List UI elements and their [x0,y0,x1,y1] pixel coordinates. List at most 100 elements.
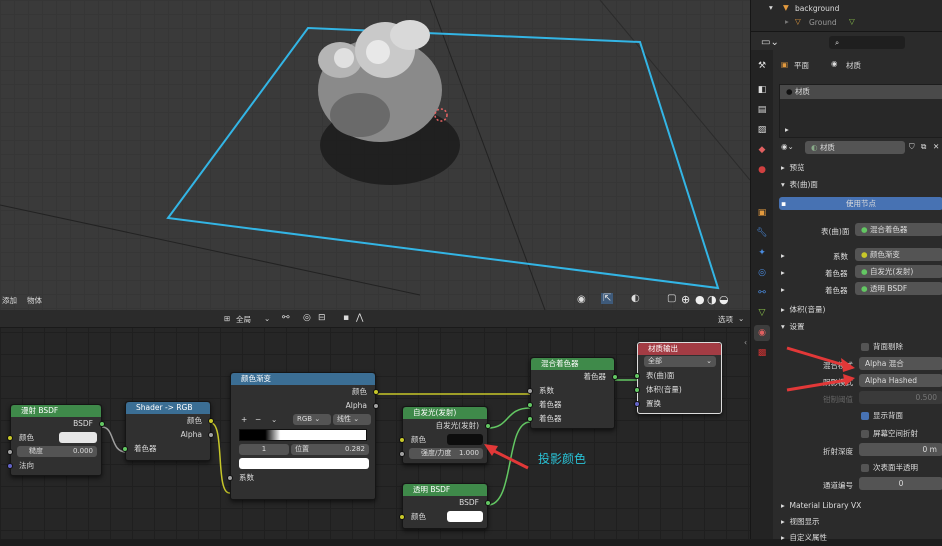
view-layer-tab-icon[interactable]: ▨ [754,122,770,138]
physics-tab-icon[interactable]: ◎ [754,265,770,281]
sss-checkbox[interactable]: 次表面半透明 [861,462,918,473]
stop-color-swatch[interactable] [239,458,369,469]
copy-icon[interactable]: ⧉ [921,142,926,152]
fac-field[interactable]: ● 颜色渐变 [855,248,942,261]
world-tab-icon[interactable]: ● [754,162,770,178]
shading-material-icon[interactable]: ◑ [707,293,717,306]
input-socket[interactable] [122,446,128,452]
ramp-menu-icon[interactable]: ⌄ [271,413,277,427]
object-menu[interactable]: 物体 [27,295,42,306]
interpolation-dropdown[interactable]: 线性 ⌄ [333,414,371,425]
input-socket[interactable] [399,514,405,520]
input-socket[interactable] [399,451,405,457]
material-library-panel-header[interactable]: ▸ Material Library VX [773,498,942,514]
shading-solid-icon[interactable]: ● [695,293,705,306]
close-icon[interactable]: ✕ [933,142,939,151]
remove-stop-icon[interactable]: − [255,413,261,427]
input-socket[interactable] [7,449,13,455]
xray-icon[interactable]: ▢ [667,293,676,304]
expand-icon[interactable]: ▸ [785,17,789,26]
input-socket[interactable] [527,416,533,422]
shield-icon[interactable]: ⛉ [909,142,915,152]
input-socket[interactable] [399,437,405,443]
surface-panel-header[interactable]: ▾ 表(曲)面 [773,177,942,193]
ramp-gradient[interactable] [239,429,367,441]
view-icon[interactable]: ◉ [577,294,586,305]
shading-rendered-icon[interactable]: ◒ [719,293,729,306]
shader-to-rgb-node[interactable]: Shader -> RGB 颜色 Alpha 着色器 [122,401,214,461]
shadow-mode-dropdown[interactable]: Alpha Hashed [859,374,942,387]
refraction-depth-field[interactable]: 0 m [859,443,942,456]
target-dropdown[interactable]: 全部 ⌄ [644,356,716,367]
particles-tab-icon[interactable]: ✦ [754,245,770,261]
use-nodes-button[interactable]: 使用节点 [779,197,942,210]
shader2-field[interactable]: ● 透明 BSDF [855,282,942,295]
clip-threshold-field[interactable]: 0.500 [859,391,942,404]
add-menu[interactable]: 添加 [2,295,17,306]
list-expand-icon[interactable]: ▸ [785,125,789,134]
material-slot[interactable]: ● 材质 [780,85,942,99]
tool-tab-icon[interactable]: ⚒ [754,58,770,74]
material-slot-list[interactable]: ● 材质 [779,84,942,138]
output-socket[interactable] [373,403,379,409]
viewport-header-tools[interactable]: ◉ ⇱ ◐ ▢ ⊕ ● ◑ ◒ [575,292,750,308]
preview-panel-header[interactable]: ▸ 预览 [773,160,942,176]
input-socket[interactable] [7,463,13,469]
strength-field[interactable]: 强度/力度 1.000 [409,448,483,459]
input-socket[interactable] [634,387,640,393]
node-editor[interactable]: ⊞ 全局 ⌄ ⚯ ◎ ⊟ ▪ ⋀ 选项 ⌄ 漫射 BSDF BSDF 颜色 糙度… [0,310,750,539]
input-socket[interactable] [527,402,533,408]
pass-index-field[interactable]: 0 [859,477,942,490]
position-field[interactable]: 位置 0.282 [291,444,369,455]
color-swatch[interactable] [447,511,483,522]
blend-mode-dropdown[interactable]: Alpha 混合 [859,357,942,370]
input-socket[interactable] [634,401,640,407]
custom-props-panel-header[interactable]: ▸ 自定义属性 [773,530,942,546]
texture-tab-icon[interactable]: ▩ [754,345,770,361]
outliner-item-ground[interactable]: Ground [809,18,837,27]
input-socket[interactable] [527,388,533,394]
input-socket[interactable] [634,373,640,379]
output-socket[interactable] [612,374,618,380]
output-tab-icon[interactable]: ▤ [754,102,770,118]
stop-index-field[interactable]: 1 [239,444,289,455]
material-tab-icon[interactable]: ◉ [754,325,770,341]
material-tab-label[interactable]: 材质 [846,60,861,71]
ssr-checkbox[interactable]: 屏幕空间折射 [861,428,918,439]
mix-shader-node[interactable]: 混合着色器 着色器 系数 着色器 着色器 [527,357,618,429]
shading-wireframe-icon[interactable]: ⊕ [681,293,690,306]
diffuse-bsdf-node[interactable]: 漫射 BSDF BSDF 颜色 糙度 0.000 法向 [7,404,105,476]
expand-icon[interactable]: ▸ [781,268,785,277]
render-tab-icon[interactable]: ◧ [754,82,770,98]
overlay-icon[interactable]: ◐ [631,293,640,304]
input-socket[interactable] [7,435,13,441]
object-tab-icon[interactable]: ▣ [754,205,770,221]
material-browse-icon[interactable]: ◉⌄ [781,142,794,151]
scene-tab-icon[interactable]: ◆ [754,142,770,158]
backface-culling-checkbox[interactable]: 背面剔除 [861,341,903,352]
show-backface-checkbox[interactable]: 显示背面 [861,410,903,421]
surface-shader-field[interactable]: ● 混合着色器 [855,223,942,236]
input-socket[interactable] [227,475,233,481]
plane-label[interactable]: 平面 [794,60,809,71]
output-socket[interactable] [99,421,105,427]
outliner-item-background[interactable]: background [795,4,839,13]
roughness-field[interactable]: 糙度 0.000 [17,446,97,457]
transparent-bsdf-node[interactable]: 透明 BSDF BSDF 颜色 [399,483,491,529]
material-output-node[interactable]: 材质输出 全部 ⌄ 表(曲)面 体积(音量) 置换 [634,342,722,414]
output-socket[interactable] [485,500,491,506]
output-socket[interactable] [208,418,214,424]
expand-icon[interactable]: ▸ [781,285,785,294]
editor-type-icon[interactable]: ▭⌄ [761,37,779,48]
output-socket[interactable] [373,389,379,395]
output-socket[interactable] [485,423,491,429]
color-mode-dropdown[interactable]: RGB ⌄ [293,414,331,425]
add-stop-icon[interactable]: + [241,413,247,427]
gizmo-icon[interactable]: ⇱ [601,293,614,304]
expand-icon[interactable]: ▸ [781,251,785,260]
search-input[interactable]: ⌕ [829,36,905,49]
sidebar-toggle-icon[interactable]: ‹ [744,338,747,347]
constraint-tab-icon[interactable]: ⚯ [754,285,770,301]
viewport-display-panel-header[interactable]: ▸ 视图显示 [773,514,942,530]
material-name-field[interactable]: ◐ 材质 [805,141,905,154]
